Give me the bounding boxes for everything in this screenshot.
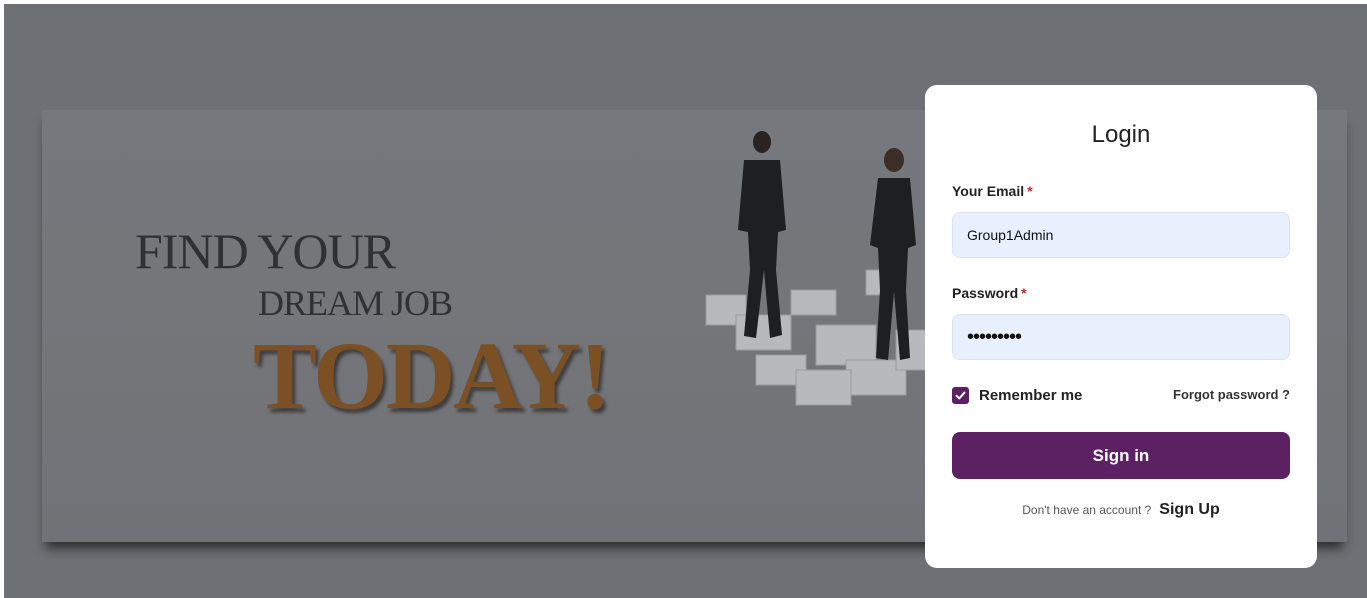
login-card: Login Your Email* Password* Remember me … (925, 85, 1317, 568)
headline-line-3: TODAY! (253, 322, 611, 429)
no-account-text: Don't have an account ? (1022, 503, 1152, 517)
window-top-edge (0, 0, 1367, 4)
headline-line-2: DREAM JOB (258, 283, 453, 323)
password-field[interactable] (952, 314, 1290, 360)
password-label: Password * (952, 285, 1027, 301)
checkmark-icon (955, 391, 966, 399)
remember-label: Remember me (979, 386, 1083, 404)
email-label-text: Your Email (952, 183, 1025, 199)
remember-checkbox[interactable] (952, 386, 969, 404)
login-title: Login (1091, 121, 1151, 148)
signup-prompt: Don't have an account ? Sign Up (925, 501, 1317, 519)
password-label-text: Password (952, 285, 1019, 301)
required-mark: * (1021, 285, 1027, 301)
sign-up-link[interactable]: Sign Up (1159, 501, 1219, 518)
window-left-edge (0, 0, 4, 598)
required-mark: * (1027, 183, 1033, 199)
remember-me[interactable]: Remember me (952, 385, 1082, 405)
email-field[interactable] (952, 212, 1290, 258)
business-people-image (705, 131, 936, 406)
forgot-password-link[interactable]: Forgot password ? (1173, 387, 1290, 402)
email-label: Your Email * (952, 183, 1033, 199)
headline-line-1: FIND YOUR (135, 223, 396, 279)
sign-in-button[interactable]: Sign in (952, 432, 1290, 479)
